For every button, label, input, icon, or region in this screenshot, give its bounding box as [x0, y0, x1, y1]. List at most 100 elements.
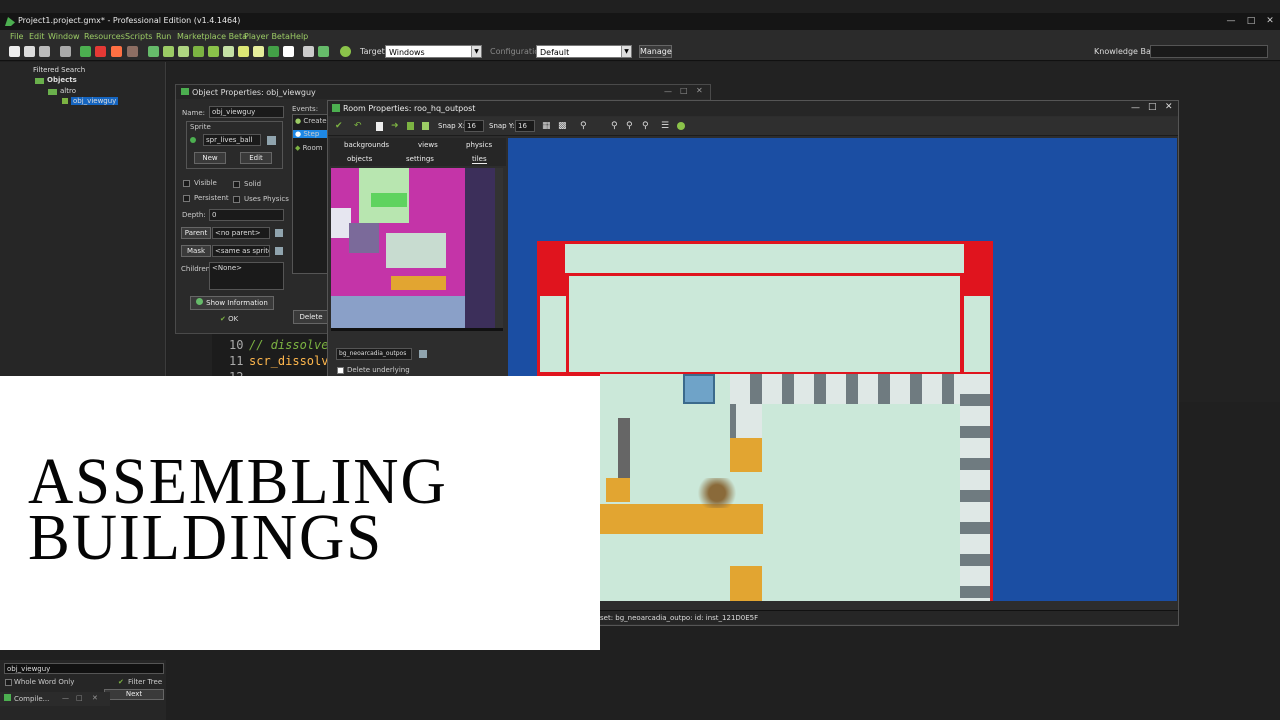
menu-scripts[interactable]: Scripts	[125, 32, 152, 41]
lock-icon[interactable]	[407, 122, 414, 130]
children-list[interactable]: <None>	[209, 262, 284, 290]
tileset-scrollbar[interactable]	[495, 168, 503, 328]
name-input[interactable]: obj_viewguy	[209, 106, 284, 118]
event-step[interactable]: ● Step	[293, 130, 327, 138]
menu-resources[interactable]: Resources	[84, 32, 125, 41]
tileset-input[interactable]: bg_neoarcadia_outpos	[336, 348, 412, 360]
whole-word-checkbox[interactable]	[5, 679, 12, 686]
tab-views[interactable]: views	[418, 141, 438, 149]
room-icon[interactable]	[283, 46, 294, 57]
parent-browse-icon[interactable]	[275, 229, 283, 237]
zoom-out-icon[interactable]: ⚲	[626, 121, 633, 131]
tileset-browse-icon[interactable]	[419, 350, 427, 358]
zoom-in-icon[interactable]: ⚲	[611, 121, 618, 131]
new-sprite-button[interactable]: New	[194, 152, 226, 164]
manage-button[interactable]: Manage	[639, 45, 672, 58]
debug-icon[interactable]	[95, 46, 106, 57]
maximize-icon[interactable]: □	[1244, 15, 1258, 27]
close-icon[interactable]: ✕	[696, 86, 703, 95]
tab-settings[interactable]: settings	[406, 155, 434, 163]
help-icon[interactable]	[677, 122, 685, 130]
minimize-icon[interactable]: —	[62, 694, 69, 702]
event-create[interactable]: ● Create	[295, 117, 327, 125]
stop-icon[interactable]	[111, 46, 122, 57]
ok-button[interactable]: ✔ OK	[220, 315, 254, 328]
sprite-browse-icon[interactable]	[267, 136, 276, 145]
zoom-reset-icon[interactable]: ⚲	[642, 121, 649, 131]
new-file-icon[interactable]	[9, 46, 20, 57]
open-icon[interactable]	[24, 46, 35, 57]
font-icon[interactable]	[238, 46, 249, 57]
sprite-input[interactable]: spr_lives_ball	[203, 134, 261, 146]
shift-icon[interactable]: ➜	[391, 121, 399, 131]
persistent-checkbox[interactable]	[183, 195, 190, 202]
game-info-icon[interactable]	[303, 46, 314, 57]
tab-physics[interactable]: physics	[466, 141, 492, 149]
parent-input[interactable]: <no parent>	[212, 227, 270, 239]
tab-tiles[interactable]: tiles	[472, 155, 487, 164]
tab-backgrounds[interactable]: backgrounds	[344, 141, 389, 149]
zoom-icon[interactable]: ⚲	[580, 121, 587, 131]
room-canvas[interactable]	[508, 138, 1177, 601]
depth-input[interactable]: 0	[209, 209, 284, 221]
menu-file[interactable]: File	[10, 32, 23, 41]
save-icon[interactable]	[39, 46, 50, 57]
solid-checkbox[interactable]	[233, 181, 240, 188]
objects-folder[interactable]: Objects	[47, 76, 77, 84]
knowledge-base-input[interactable]	[1150, 45, 1268, 58]
menu-window[interactable]: Window	[48, 32, 80, 41]
menu-edit[interactable]: Edit	[29, 32, 45, 41]
show-information-button[interactable]: Show Information	[190, 296, 274, 310]
background-icon[interactable]	[178, 46, 189, 57]
minimize-icon[interactable]: —	[1224, 15, 1238, 27]
maximize-icon[interactable]: □	[680, 86, 688, 95]
sound-icon[interactable]	[163, 46, 174, 57]
minimize-icon[interactable]: —	[1131, 103, 1140, 113]
tileset-preview[interactable]	[331, 168, 503, 331]
sprite-icon[interactable]	[148, 46, 159, 57]
menu-player[interactable]: Player Beta	[244, 32, 290, 41]
uses-physics-checkbox[interactable]	[233, 196, 240, 203]
filter-tree-checkbox[interactable]: ✔	[118, 678, 124, 686]
run-icon[interactable]	[80, 46, 91, 57]
snap-x-input[interactable]: 16	[464, 120, 484, 132]
compile-label[interactable]: Compile...	[14, 695, 49, 703]
list-icon[interactable]: ☰	[661, 121, 669, 131]
script-icon[interactable]	[208, 46, 219, 57]
undo-icon[interactable]: ↶	[354, 121, 362, 131]
code-line[interactable]: scr_dissolve	[249, 354, 336, 368]
checkmark-icon[interactable]: ✔	[335, 121, 343, 131]
mask-input[interactable]: <same as sprite>	[212, 245, 270, 257]
target-select[interactable]: Windows ▼	[385, 45, 482, 58]
path-icon[interactable]	[193, 46, 204, 57]
edit-sprite-button[interactable]: Edit	[240, 152, 272, 164]
isometric-icon[interactable]: ▩	[558, 121, 567, 131]
next-button[interactable]: Next	[104, 689, 164, 700]
configuration-select[interactable]: Default ▼	[536, 45, 632, 58]
tab-objects[interactable]: objects	[347, 155, 372, 163]
export-icon[interactable]	[60, 46, 71, 57]
shader-icon[interactable]	[223, 46, 234, 57]
resource-search-input[interactable]: obj_viewguy	[4, 663, 164, 674]
filtered-search-label[interactable]: Filtered Search	[33, 66, 85, 74]
tree-item-obj-viewguy[interactable]: obj_viewguy	[71, 97, 119, 105]
mask-browse-icon[interactable]	[275, 247, 283, 255]
maximize-icon[interactable]: □	[1148, 102, 1157, 112]
unlock-icon[interactable]	[422, 122, 429, 130]
menu-marketplace[interactable]: Marketplace Beta	[177, 32, 247, 41]
extensions-icon[interactable]	[318, 46, 329, 57]
close-icon[interactable]: ✕	[1263, 15, 1277, 27]
delete-event-button[interactable]: Delete	[293, 310, 329, 324]
help-icon[interactable]	[340, 46, 351, 57]
menu-run[interactable]: Run	[156, 32, 171, 41]
event-room[interactable]: ◆ Room	[295, 144, 323, 152]
object-icon[interactable]	[268, 46, 279, 57]
delete-underlying-checkbox[interactable]	[337, 367, 344, 374]
maximize-icon[interactable]: □	[76, 694, 83, 702]
minimize-icon[interactable]: —	[664, 87, 672, 96]
menu-help[interactable]: Help	[290, 32, 308, 41]
altro-folder[interactable]: altro	[60, 87, 76, 95]
mask-button[interactable]: Mask	[181, 245, 211, 257]
close-icon[interactable]: ✕	[1165, 102, 1173, 112]
new-room-icon[interactable]	[376, 122, 383, 131]
